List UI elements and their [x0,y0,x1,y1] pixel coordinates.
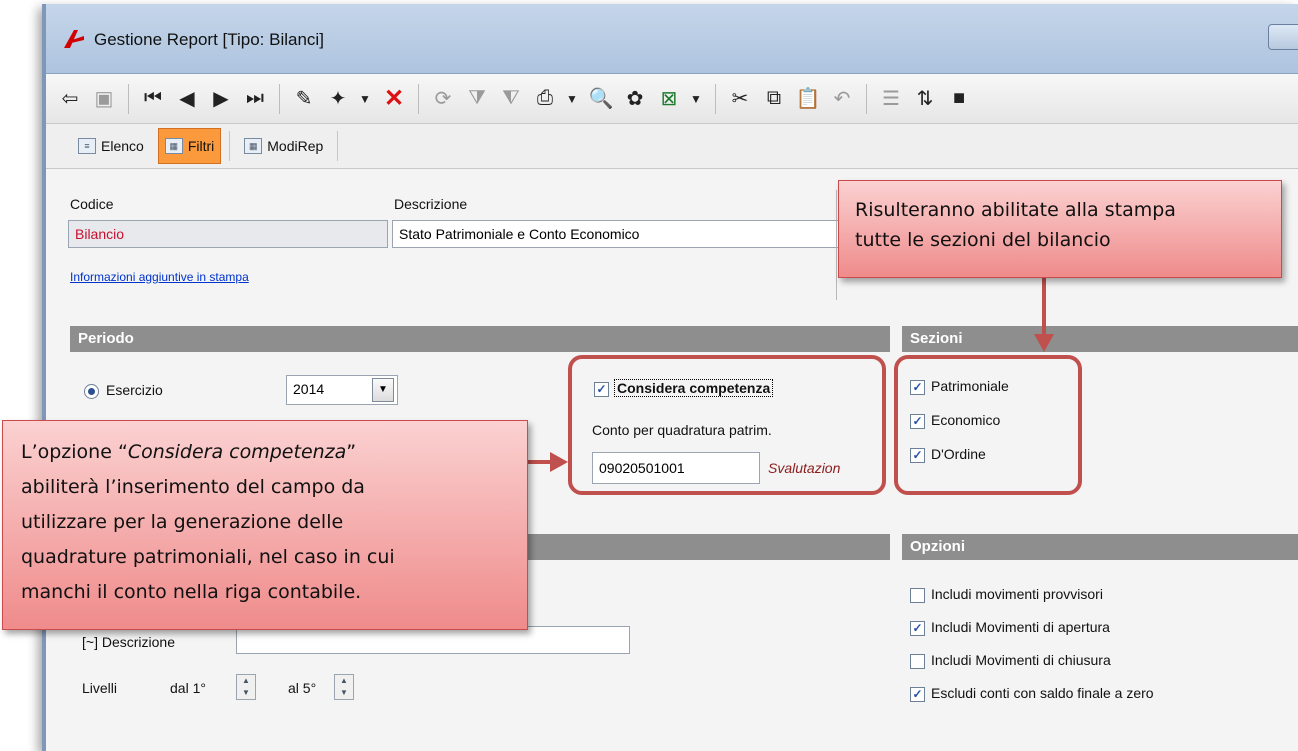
previous-record-icon[interactable]: ◀ [173,84,201,114]
callout-arrow-line [1042,278,1046,338]
info-link[interactable]: Informazioni aggiuntive in stampa [70,270,249,284]
print-preview-icon[interactable]: 🔍 [587,84,615,114]
livelli-label: Livelli [82,680,118,696]
tab-bar: ≡ Elenco ▦ Filtri ▦ ModiRep [46,124,1298,169]
new-dropdown-icon[interactable]: ▼ [358,84,372,114]
properties-icon[interactable]: ▣ [90,84,118,114]
callout-text: utilizzare per la generazione delle [21,511,344,533]
refresh-icon[interactable]: ⟳ [429,84,457,114]
exit-icon[interactable]: ⇦ [56,84,84,114]
livello-dal-label: dal 1° [170,680,206,696]
apertura-checkbox[interactable]: ✓ [910,621,925,636]
chiusura-checkbox[interactable] [910,654,925,669]
list-icon: ≡ [78,138,96,154]
combo-dropdown-icon[interactable]: ▼ [372,378,394,402]
provvisori-label: Includi movimenti provvisori [931,586,1103,602]
edit-pencil-icon[interactable]: ✎ [290,84,318,114]
grid-icon: ▦ [244,138,263,154]
toolbar-separator [715,83,716,114]
livello-al-label: al 5° [288,680,317,696]
descrizione-label: Descrizione [394,196,468,212]
esercizio-radio[interactable] [84,384,99,399]
title-bar: Gestione Report [Tipo: Bilanci] [46,4,1298,74]
callout-text: quadrature patrimoniali, nel caso in cui [21,546,395,568]
tab-filtri[interactable]: ▦ Filtri [157,128,222,164]
callout-text-part: L’opzione “ [21,441,128,463]
filter-clear-icon[interactable]: ⧨ [497,84,525,114]
saldo-zero-label: Escludi conti con saldo finale a zero [931,685,1154,701]
notes-icon[interactable]: ☰ [877,84,905,114]
toolbar-separator [866,83,867,114]
callout-text: abiliterà l’inserimento del campo da [21,476,365,498]
chiusura-label: Includi Movimenti di chiusura [931,652,1111,668]
copy-icon[interactable]: ⧉ [760,84,788,114]
descrizione-field[interactable]: Stato Patrimoniale e Conto Economico [392,220,840,248]
sort-icon[interactable]: ⇅ [911,84,939,114]
toolbar-separator [128,83,129,114]
tab-separator [229,131,231,161]
livello-dal-spinner[interactable]: ▲ ▼ [236,674,256,700]
last-record-icon[interactable]: ⏭ [241,84,269,114]
print-dropdown-icon[interactable]: ▼ [565,84,579,114]
toolbar: ⇦ ▣ ⏮ ◀ ▶ ⏭ ✎ ✦ ▼ ✕ ⟳ ⧩ ⧨ ⎙ ▼ 🔍 ✿ ⊠ ▼ ✂ … [46,74,1298,124]
header-divider [836,190,837,300]
first-record-icon[interactable]: ⏮ [139,84,167,114]
undo-icon[interactable]: ↶ [828,84,856,114]
competenza-callout: L’opzione “Considera competenza” abilite… [2,420,528,630]
cut-icon[interactable]: ✂ [726,84,754,114]
delete-icon[interactable]: ✕ [380,84,408,114]
print-icon[interactable]: ⎙ [531,84,559,114]
tab-modirep[interactable]: ▦ ModiRep [238,128,329,164]
esercizio-label: Esercizio [106,382,163,398]
sezioni-callout: Risulteranno abilitate alla stampa tutte… [838,180,1282,278]
opzioni-header: Opzioni [902,534,1298,560]
grid-icon: ▦ [164,138,183,154]
callout-arrow-head-right-icon [550,452,568,472]
tab-separator [337,131,339,161]
periodo-header: Periodo [70,326,890,352]
toolbar-separator [279,83,280,114]
toolbar-separator [418,83,419,114]
paste-icon[interactable]: 📋 [794,84,822,114]
tab-label: Elenco [101,138,144,154]
esercizio-value: 2014 [293,381,325,397]
codice-label: Codice [70,196,114,212]
callout-arrow-head-down-icon [1034,334,1054,352]
callout-text: tutte le sezioni del bilancio [855,229,1111,251]
options-icon[interactable]: ✿ [621,84,649,114]
descrizione-filter-field[interactable] [236,626,630,654]
window-title: Gestione Report [Tipo: Bilanci] [94,30,324,49]
saldo-zero-checkbox[interactable]: ✓ [910,687,925,702]
tab-elenco[interactable]: ≡ Elenco [72,128,150,164]
competenza-highlight [568,355,886,495]
apertura-label: Includi Movimenti di apertura [931,619,1110,635]
app-logo-icon [64,30,84,48]
livello-al-spinner[interactable]: ▲ ▼ [334,674,354,700]
codice-field[interactable]: Bilancio [68,220,388,248]
excel-export-icon[interactable]: ⊠ [655,84,683,114]
callout-text: L’opzione “Considera competenza” [21,435,527,470]
tab-label: ModiRep [267,138,324,154]
new-record-icon[interactable]: ✦ [324,84,352,114]
descrizione-filter-label: [~] Descrizione [82,634,175,650]
callout-text-emphasis: Considera competenza [127,441,347,463]
export-dropdown-icon[interactable]: ▼ [689,84,703,114]
filter-icon[interactable]: ⧩ [463,84,491,114]
callout-text: manchi il conto nella riga contabile. [21,581,362,603]
sezioni-highlight [894,355,1082,495]
minimize-button[interactable] [1268,24,1298,50]
sezioni-header: Sezioni [902,326,1298,352]
tab-label: Filtri [187,138,215,154]
more-icon[interactable]: ■ [945,84,973,114]
callout-text-part: ” [346,441,357,463]
callout-text: Risulteranno abilitate alla stampa [855,199,1176,221]
provvisori-checkbox[interactable] [910,588,925,603]
next-record-icon[interactable]: ▶ [207,84,235,114]
